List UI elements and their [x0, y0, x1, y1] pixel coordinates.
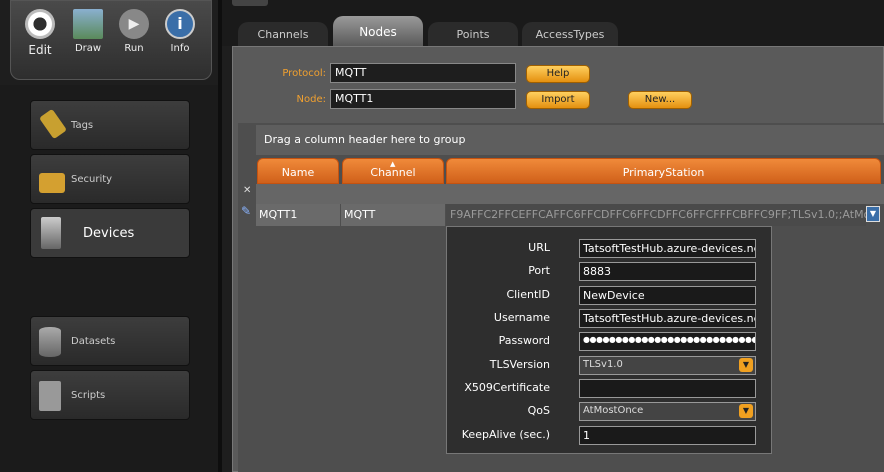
run-label: Run: [124, 43, 144, 54]
help-button[interactable]: Help: [526, 65, 590, 83]
tab-accesstypes[interactable]: AccessTypes: [522, 22, 618, 46]
clientid-label: ClientID: [506, 288, 550, 301]
info-button[interactable]: i Info: [159, 9, 201, 54]
username-label: Username: [493, 311, 550, 324]
station-editor-popup: URL TatsoftTestHub.azure-devices.net Por…: [446, 226, 772, 454]
edit-button[interactable]: Edit: [19, 9, 61, 57]
password-label: Password: [498, 334, 550, 347]
port-label: Port: [528, 264, 550, 277]
clientid-field[interactable]: NewDevice: [579, 286, 756, 305]
tab-label: Points: [456, 28, 490, 41]
node-label: Node:: [296, 94, 326, 105]
dropdown-toggle-button[interactable]: ▼: [866, 206, 880, 222]
info-icon: i: [165, 9, 195, 39]
tab-points[interactable]: Points: [428, 22, 518, 46]
tab-channels[interactable]: Channels: [238, 22, 328, 46]
sidebar-item-tags[interactable]: Tags: [30, 100, 190, 150]
chevron-down-icon[interactable]: ▼: [739, 358, 753, 372]
x509certificate-label: X509Certificate: [464, 381, 550, 394]
calculator-icon: [39, 381, 61, 411]
top-handle: [232, 0, 268, 6]
qos-label: QoS: [527, 404, 550, 417]
import-button[interactable]: Import: [526, 91, 590, 109]
keepalive-field[interactable]: 1: [579, 426, 756, 445]
cell-primarystation[interactable]: F9AFFC2FFCEFFCAFFC6FFCDFFC6FFCDFFC6FFCFF…: [446, 204, 866, 226]
password-field[interactable]: ●●●●●●●●●●●●●●●●●●●●●●●●●●●●●●: [579, 332, 756, 351]
draw-button[interactable]: Draw: [67, 9, 109, 54]
sidebar-item-label: Datasets: [71, 336, 116, 347]
protocol-label: Protocol:: [282, 68, 326, 79]
username-field[interactable]: TatsoftTestHub.azure-devices.net/N: [579, 309, 756, 328]
new-button[interactable]: New...: [628, 91, 692, 109]
device-icon: [41, 217, 61, 249]
column-header-primarystation[interactable]: PrimaryStation: [446, 158, 881, 184]
draw-label: Draw: [74, 43, 102, 54]
tab-label: Channels: [257, 28, 309, 41]
node-field[interactable]: MQTT1: [330, 89, 516, 109]
port-field[interactable]: 8883: [579, 262, 756, 281]
edit-label: Edit: [28, 43, 52, 57]
sidebar-item-security[interactable]: Security: [30, 154, 190, 204]
filter-row[interactable]: [256, 184, 884, 204]
protocol-field[interactable]: MQTT: [330, 63, 516, 83]
group-panel[interactable]: Drag a column header here to group: [256, 125, 884, 155]
qos-value: AtMostOnce: [583, 405, 644, 416]
panel-divider: [218, 0, 222, 472]
sidebar-item-label: Tags: [71, 120, 94, 131]
x509certificate-field[interactable]: [579, 379, 756, 398]
tab-nodes[interactable]: Nodes: [333, 16, 423, 46]
clear-filter-icon[interactable]: ✕: [243, 185, 251, 196]
sidebar-item-label: Devices: [83, 226, 135, 241]
tlsversion-select[interactable]: TLSv1.0 ▼: [579, 356, 756, 375]
picture-icon: [73, 9, 103, 39]
database-icon: [39, 327, 61, 357]
sidebar-item-label: Security: [71, 174, 113, 185]
cell-channel[interactable]: MQTT: [341, 204, 445, 226]
qos-select[interactable]: AtMostOnce ▼: [579, 402, 756, 421]
tab-label: Nodes: [359, 25, 397, 39]
tlsversion-value: TLSv1.0: [583, 359, 623, 370]
sidebar-item-datasets[interactable]: Datasets: [30, 316, 190, 366]
chevron-down-icon[interactable]: ▼: [739, 404, 753, 418]
sidebar-item-scripts[interactable]: Scripts: [30, 370, 190, 420]
keepalive-label: KeepAlive (sec.): [461, 428, 550, 441]
gear-icon: [25, 9, 55, 39]
tab-label: AccessTypes: [535, 28, 605, 41]
cell-name[interactable]: MQTT1: [256, 204, 340, 226]
sidebar-item-devices[interactable]: Devices: [30, 208, 190, 258]
play-icon: ▶: [119, 9, 149, 39]
info-label: Info: [170, 43, 190, 54]
url-label: URL: [528, 241, 550, 254]
tlsversion-label: TLSVersion: [489, 358, 550, 371]
run-button[interactable]: ▶ Run: [113, 9, 155, 54]
main-toolbar: Edit Draw ▶ Run i Info: [10, 0, 212, 80]
tag-icon: [38, 108, 68, 140]
lock-icon: [39, 173, 65, 193]
edit-row-icon: ✎: [241, 204, 252, 218]
column-header-channel[interactable]: ▲ Channel: [342, 158, 444, 184]
column-header-name[interactable]: Name: [257, 158, 339, 184]
sidebar-item-label: Scripts: [71, 390, 106, 401]
url-field[interactable]: TatsoftTestHub.azure-devices.net: [579, 239, 756, 258]
sort-ascending-icon: ▲: [390, 160, 396, 168]
